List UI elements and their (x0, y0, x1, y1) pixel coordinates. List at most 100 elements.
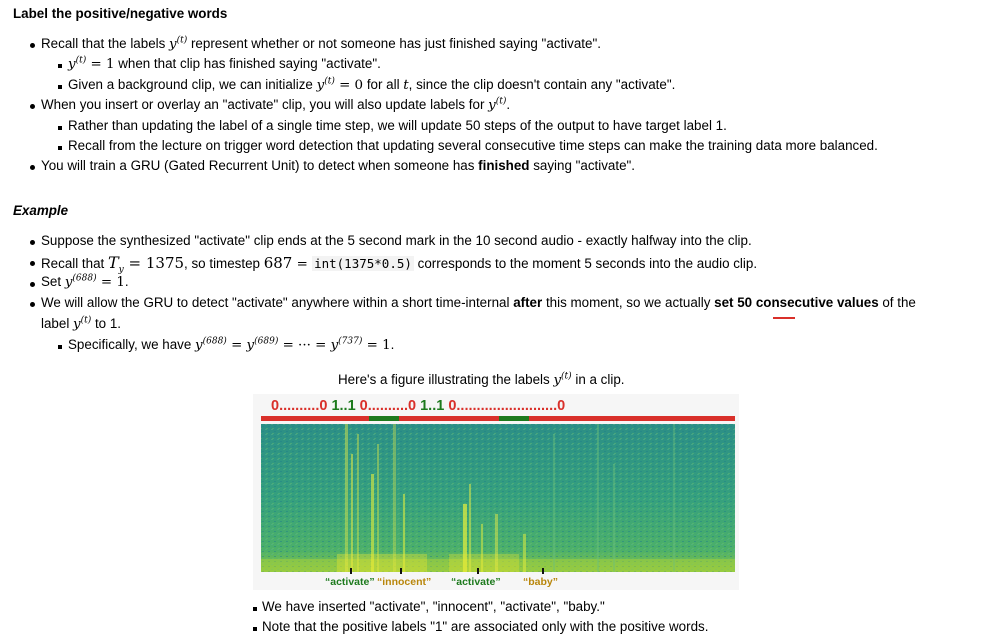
text: Here's a figure illustrating the labels (338, 372, 554, 387)
bullet-y-equals-1: y(t) = 1 when that clip has finished say… (68, 56, 381, 72)
text: Recall that the labels (41, 36, 170, 51)
math-y-t: y(t) (73, 315, 92, 332)
math-687: 687 (263, 254, 293, 272)
bullet-dot (30, 165, 35, 170)
bullet-square (253, 607, 257, 611)
word-label-innocent: “innocent” (377, 576, 431, 588)
bullet-square (253, 627, 257, 631)
text: . (390, 337, 395, 352)
label-sequence-text: 0..........0 1..1 0..........0 1..1 0...… (271, 398, 565, 414)
text: in a clip. (571, 372, 625, 387)
text: Set (41, 274, 65, 289)
text: when that clip has finished saying "acti… (114, 56, 381, 71)
math-eq: = 0 (334, 78, 364, 93)
bullet-recall-ty: Recall that Ty = 1375, so timestep 687 =… (41, 253, 758, 276)
figure-caption: Here's a figure illustrating the labels … (338, 372, 625, 388)
tick-4 (542, 568, 544, 574)
math-y-t: y(t) (316, 76, 335, 93)
bullet-rather-than: Rather than updating the label of a sing… (68, 118, 727, 133)
text: You will train a GRU (Gated Recurrent Un… (41, 158, 479, 173)
math-eq: = ··· = (278, 338, 331, 353)
label-bar-zero (261, 416, 735, 421)
text: When you insert or overlay an "activate"… (41, 97, 489, 112)
math-eq: = (226, 338, 247, 353)
label-figure: 0..........0 1..1 0..........0 1..1 0...… (253, 394, 739, 590)
bullet-dot (30, 282, 35, 287)
bullet-square (58, 64, 62, 68)
math-eq: = 1375 (123, 254, 185, 272)
text: Recall that (41, 256, 108, 271)
red-underline-mark (773, 317, 795, 319)
math-eq: = 1 (362, 338, 391, 353)
bold-finished: finished (478, 158, 530, 173)
text: label (41, 316, 74, 331)
math-y-t: y(t) (553, 371, 572, 388)
seg-0: 0..........0 (271, 398, 327, 414)
text: . (506, 97, 511, 112)
bullet-specifically: Specifically, we have y(688) = y(689) = … (68, 337, 394, 353)
seg-2: 0..........0 (360, 398, 416, 414)
tick-3 (477, 568, 479, 574)
math-eq: = 1 (96, 275, 125, 290)
figure-svg: 0..........0 1..1 0..........0 1..1 0...… (253, 394, 739, 590)
bullet-square (58, 146, 62, 150)
code-int: int(1375*0.5) (312, 256, 414, 271)
bullet-set-y688: Set y(688) = 1. (41, 274, 129, 290)
text: saying "activate". (529, 158, 636, 173)
bullet-dot (30, 302, 35, 307)
text: of the (878, 295, 916, 310)
math-ty: Ty (108, 253, 124, 276)
seg-4: 0.........................0 (448, 398, 565, 414)
bullet-dot (30, 43, 35, 48)
bold-set-50: set 50 consecutive values (714, 295, 879, 310)
bullet-square (58, 85, 62, 89)
bullet-labels-represent: Recall that the labels y(t) represent wh… (41, 36, 601, 52)
label-bar-one-2 (499, 416, 529, 421)
text: represent whether or not someone has jus… (187, 36, 601, 51)
bullet-dot (30, 240, 35, 245)
text: Specifically, we have (68, 337, 196, 352)
text: We will allow the GRU to detect "activat… (41, 295, 514, 310)
seg-1: 1..1 (327, 398, 359, 414)
math-sup: (t) (75, 55, 87, 66)
bullet-allow-gru: We will allow the GRU to detect "activat… (41, 295, 916, 310)
math-y: y (68, 57, 76, 72)
math-y737: y(737) (330, 336, 363, 353)
bullet-dot (30, 261, 35, 266)
bullet-recall-lecture: Recall from the lecture on trigger word … (68, 138, 878, 153)
text: corresponds to the moment 5 seconds into… (413, 256, 758, 271)
text: to 1. (91, 316, 122, 331)
note-positive-labels: Note that the positive labels "1" are as… (262, 619, 709, 634)
bullet-insert-overlay: When you insert or overlay an "activate"… (41, 97, 510, 113)
math-eq: = 1 (86, 57, 115, 72)
spectrogram (261, 424, 735, 572)
text: Given a background clip, we can initiali… (68, 77, 317, 92)
word-label-activate-2: “activate” (451, 576, 501, 588)
bullet-square (58, 345, 62, 349)
section-title: Label the positive/negative words (13, 6, 228, 21)
text: this moment, so we actually (542, 295, 715, 310)
text: , since the clip doesn't contain any "ac… (408, 77, 676, 92)
text: for all (363, 77, 404, 92)
bold-after: after (513, 295, 543, 310)
bullet-square (58, 126, 62, 130)
seg-3: 1..1 (416, 398, 448, 414)
bullet-train-gru: You will train a GRU (Gated Recurrent Un… (41, 158, 635, 173)
label-bar-one-1 (369, 416, 399, 421)
math-y688: y(688) (195, 336, 227, 353)
note-inserted: We have inserted "activate", "innocent",… (262, 599, 605, 614)
bullet-suppose: Suppose the synthesized "activate" clip … (41, 233, 752, 248)
math-eq: = (292, 257, 313, 272)
math-y-t: y(t) (169, 35, 188, 52)
example-title: Example (13, 203, 69, 218)
word-label-baby: “baby” (523, 576, 558, 588)
tick-1 (350, 568, 352, 574)
math-y688: y(688) (64, 273, 97, 290)
tick-2 (400, 568, 402, 574)
bullet-allow-gru-cont: label y(t) to 1. (41, 316, 121, 332)
bullet-dot (30, 104, 35, 109)
text: . (124, 274, 129, 289)
bullet-initialize: Given a background clip, we can initiali… (68, 77, 675, 93)
word-label-activate-1: “activate” (325, 576, 375, 588)
math-y-t: y(t) (488, 96, 507, 113)
